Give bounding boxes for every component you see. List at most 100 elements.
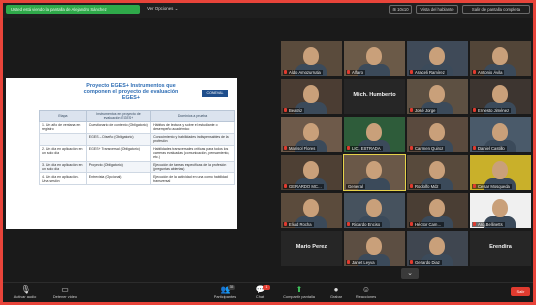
chat-button[interactable]: 💬 1 Chat (240, 285, 280, 299)
unmute-label: Activar audio (13, 294, 37, 299)
participant-tile[interactable]: Beatriz (281, 79, 342, 114)
participant-video-face (366, 199, 382, 217)
participant-video-face (303, 161, 319, 179)
participant-tile[interactable]: Antonio Ávila (470, 41, 531, 76)
participant-tile[interactable]: Héctor Cam… (407, 193, 468, 228)
muted-microphone-icon (473, 146, 476, 150)
muted-microphone-icon (347, 70, 350, 74)
participant-video-face (366, 237, 382, 255)
participant-tile[interactable]: Alfaro (344, 41, 405, 76)
smiley-icon: ☺ (361, 285, 371, 294)
reactions-button[interactable]: ☺ Reacciones (346, 285, 386, 299)
participant-video-face (492, 47, 508, 65)
participant-tile[interactable]: Arq.Bellinetts (470, 193, 531, 228)
share-screen-label: Compartir pantalla (283, 294, 315, 299)
participant-name: Héctor Cam… (409, 222, 444, 227)
table-cell: 3. Un día en aplicación en un solo día (39, 160, 87, 174)
muted-microphone-icon (410, 184, 413, 188)
participant-tile[interactable]: Aldo Amozurrutia (281, 41, 342, 76)
table-cell: EGES+ Transversal (Obligatorio) (85, 144, 152, 162)
table-cell: Proyecto (Obligatorio) (85, 160, 152, 174)
participant-name: Mario Perez (295, 244, 328, 250)
stop-video-button[interactable]: ▭ Detener video (45, 285, 85, 299)
table-cell: Ejecución de la actividad en una como ha… (150, 172, 235, 186)
share-screen-button[interactable]: ⬆ Compartir pantalla (277, 285, 321, 299)
table-cell: Entrevista (Opcional) (85, 172, 152, 186)
participant-name: Daniel Castillo (472, 146, 507, 151)
reactions-label: Reacciones (355, 294, 377, 299)
share-screen-icon: ⬆ (295, 285, 303, 294)
table-header: Instrumentos en proyecto de evaluación E… (85, 110, 152, 122)
shared-screen-slide: Proyecto EGES+ Instrumentos que componen… (6, 78, 237, 229)
participant-name: General (346, 184, 365, 189)
stop-video-label: Detener video (52, 294, 78, 299)
leave-meeting-button[interactable]: Salir (511, 287, 530, 296)
chat-unread-badge: 1 (263, 285, 270, 290)
participant-tile[interactable]: Erendira (470, 231, 531, 266)
participant-video-face (492, 85, 508, 103)
participant-tile[interactable]: Araceli Ramírez (407, 41, 468, 76)
participant-tile[interactable]: Cesar Mosqueda (470, 155, 531, 190)
muted-microphone-icon (347, 146, 350, 150)
slide-title: Proyecto EGES+ Instrumentos que componen… (83, 83, 179, 102)
participant-tile[interactable]: Rodolfo Mdz (407, 155, 468, 190)
participant-tile[interactable]: LIC. ESTRADA (344, 117, 405, 152)
participant-name: Beatriz (283, 108, 305, 113)
zoom-window: Usted está viendo la pantalla de Alejand… (3, 3, 533, 302)
participant-video-face (429, 123, 445, 141)
muted-microphone-icon (410, 108, 413, 112)
participant-video-face (429, 199, 445, 217)
record-icon: ● (333, 285, 339, 294)
participant-name: Ernesto Jiménez (472, 108, 512, 113)
table-cell: Cuestionario de contexto (Obligatorio) (85, 121, 152, 134)
participant-tile[interactable]: Mario Perez (281, 231, 342, 266)
participant-tile[interactable]: General (343, 154, 406, 191)
participant-name: Araceli Ramírez (409, 70, 447, 75)
participant-name: Mich. Humberto (353, 92, 396, 98)
participant-tile[interactable]: Daniel Castillo (470, 117, 531, 152)
screen-share-banner: Usted está viendo la pantalla de Alejand… (6, 5, 140, 14)
unmute-button[interactable]: 🎙 Activar audio (5, 285, 45, 299)
gallery-scroll-down-button[interactable]: ⌄ (401, 268, 419, 279)
participant-video-face (303, 199, 319, 217)
participant-tile[interactable]: Ernesto Jiménez (470, 79, 531, 114)
participant-name: Erendira (489, 244, 512, 250)
muted-microphone-icon (473, 70, 476, 74)
table-cell: EGES – Diseño (Obligatorio) (85, 132, 152, 146)
muted-microphone-icon (284, 222, 287, 226)
participant-video-face (366, 47, 382, 65)
participant-tile[interactable]: GERARDO MC… (281, 155, 342, 190)
participant-tile[interactable]: Eliud Rocha (281, 193, 342, 228)
muted-microphone-icon (284, 184, 287, 188)
table-row: EGES – Diseño (Obligatorio) Conocimiento… (39, 132, 235, 146)
participant-tile[interactable]: Marisol Flores (281, 117, 342, 152)
participant-name: Gerardo Diaz (409, 260, 442, 265)
table-row: 4. Un día en aplicación. Una sesión Entr… (39, 172, 235, 186)
table-cell (39, 132, 87, 146)
speaker-view-button[interactable]: Vista del hablante (416, 5, 458, 14)
participant-tile[interactable]: Ricardo Enciso (344, 193, 405, 228)
participant-tile[interactable]: Mich. Humberto (344, 79, 405, 114)
participant-name: Ricardo Enciso (346, 222, 383, 227)
participant-video-face (303, 85, 319, 103)
exit-fullscreen-button[interactable]: Salir de pantalla completa (462, 5, 530, 14)
gallery-grid-button[interactable]: ⊞ 10x10 (389, 5, 412, 14)
table-header: Etapa (39, 110, 87, 122)
participant-tile[interactable]: Carmen Quiroz (407, 117, 468, 152)
participant-name: LIC. ESTRADA (346, 146, 383, 151)
participant-video-face (492, 199, 508, 217)
video-camera-icon: ▭ (61, 285, 69, 294)
slide-logo: CONEVAL (202, 90, 228, 97)
participant-video-face (492, 161, 508, 179)
muted-microphone-icon (347, 222, 350, 226)
participants-button[interactable]: 👥 35 Participantes (205, 285, 245, 299)
view-options-button[interactable]: Ver Opciones ⌄ (147, 6, 178, 12)
participant-tile[interactable]: José Jorge (407, 79, 468, 114)
muted-microphone-icon (284, 70, 287, 74)
participant-tile[interactable]: Gerardo Diaz (407, 231, 468, 266)
table-row: 3. Un día en aplicación en un solo día P… (39, 160, 235, 174)
participant-tile[interactable]: Janet Leyva (344, 231, 405, 266)
muted-microphone-icon (284, 108, 287, 112)
participant-name: Antonio Ávila (472, 70, 505, 75)
participants-count: 35 (228, 285, 235, 290)
